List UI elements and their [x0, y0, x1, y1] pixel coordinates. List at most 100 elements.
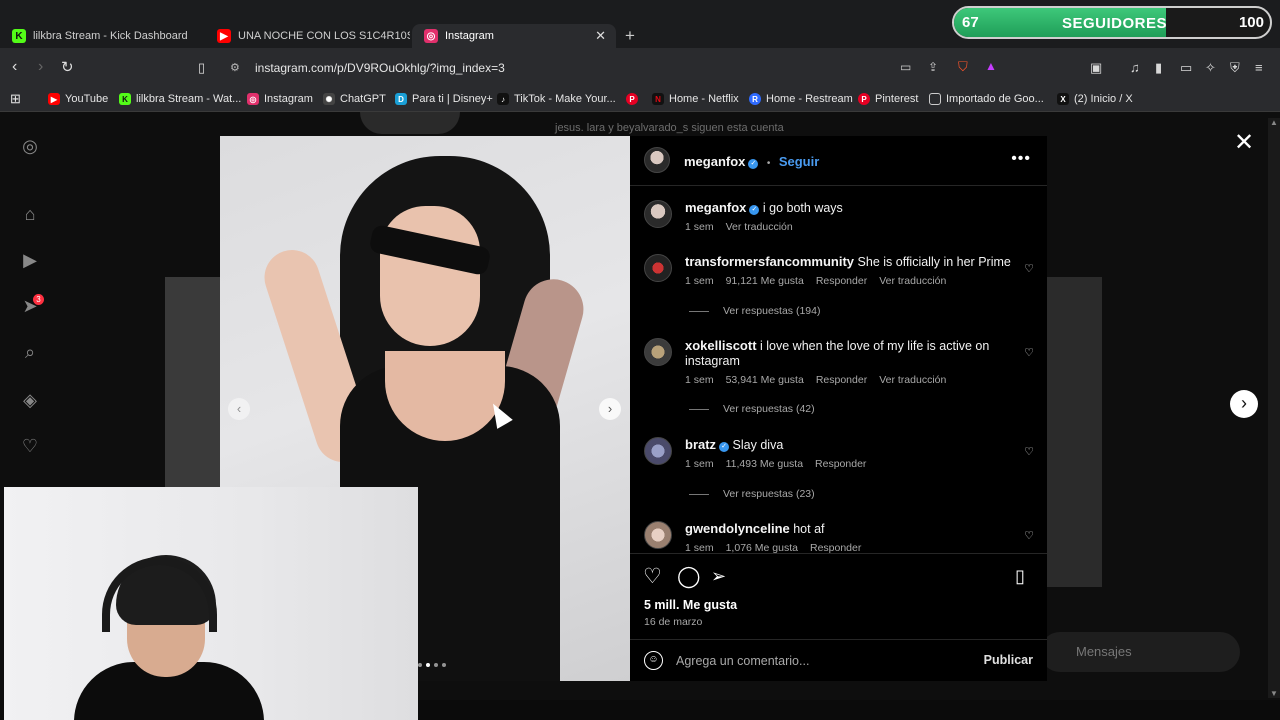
share-send-icon[interactable]: ➢ [711, 566, 726, 587]
bookmark-pinterest[interactable]: P Pinterest [858, 93, 918, 105]
media-icon[interactable]: ♫ [1130, 60, 1140, 75]
like-comment-icon[interactable]: ♡ [1024, 529, 1034, 542]
comment-username[interactable]: transformersfancommunity [685, 254, 854, 269]
comment-likes[interactable]: 91,121 Me gusta [726, 275, 804, 287]
like-comment-icon[interactable]: ♡ [1024, 262, 1034, 275]
avatar[interactable] [644, 254, 672, 282]
scroll-down-icon[interactable]: ▼ [1270, 689, 1278, 698]
reels-icon[interactable]: ▶ [20, 250, 40, 270]
sidebar-panel-icon[interactable]: ▣ [1090, 60, 1102, 76]
reply-link[interactable]: Responder [815, 458, 866, 470]
emoji-icon[interactable]: ☺ [644, 651, 663, 670]
bookmark-tiktok[interactable]: ♪ TikTok - Make Your... [497, 93, 616, 105]
carousel-next-icon[interactable]: › [599, 398, 621, 420]
reply-link[interactable]: Responder [816, 275, 867, 287]
bookmark-x[interactable]: X (2) Inicio / X [1057, 93, 1133, 105]
bookmark-netflix[interactable]: N Home - Netflix [652, 93, 739, 105]
bookmark-youtube[interactable]: ▶ YouTube [48, 93, 108, 105]
tab-kick-dashboard[interactable]: K lilkbra Stream - Kick Dashboard [0, 24, 205, 48]
address-bar[interactable]: ⚙ instagram.com/p/DV9ROuOkhlg/?img_index… [220, 55, 1010, 81]
new-tab-icon[interactable]: + [625, 26, 635, 46]
scroll-up-icon[interactable]: ▲ [1270, 118, 1278, 127]
bookmark-label: TikTok - Make Your... [514, 93, 616, 105]
restream-icon: R [749, 93, 761, 105]
like-heart-icon[interactable]: ♡ [643, 564, 662, 589]
bookmark-folder-imported[interactable]: Importado de Goo... [929, 93, 1044, 105]
wallet-icon[interactable]: ▭ [1180, 60, 1192, 76]
bookmark-pinterest-icon-only[interactable]: P [626, 93, 643, 105]
forward-icon[interactable]: › [38, 58, 43, 76]
comment-likes[interactable]: 53,941 Me gusta [726, 374, 804, 386]
close-modal-icon[interactable]: ✕ [1234, 128, 1254, 157]
comment-bubble-icon[interactable]: ◯ [677, 564, 701, 589]
carousel-prev-icon[interactable]: ‹ [228, 398, 250, 420]
bookmark-chatgpt[interactable]: ✺ ChatGPT [323, 93, 386, 105]
likes-count[interactable]: 5 mill. Me gusta [644, 598, 737, 612]
site-settings-icon[interactable]: ⚙ [230, 61, 240, 74]
search-icon[interactable]: ⌕ [20, 342, 40, 362]
tab-instagram[interactable]: ◎ Instagram ✕ [412, 24, 616, 48]
comment-likes[interactable]: 11,493 Me gusta [726, 458, 803, 470]
vpn-icon[interactable]: ⛨ [1230, 60, 1240, 76]
kick-icon: K [119, 93, 131, 105]
view-replies[interactable]: Ver respuestas (23) [689, 488, 815, 500]
home-icon[interactable]: ⌂ [20, 204, 40, 224]
reload-icon[interactable]: ↻ [61, 58, 74, 76]
bookmark-page-icon[interactable]: ▯ [198, 60, 205, 76]
carousel-dots [418, 663, 446, 667]
avatar[interactable] [644, 338, 672, 366]
menu-icon[interactable]: ≡ [1255, 60, 1263, 75]
comment-username[interactable]: gwendolynceline [685, 521, 790, 536]
avatar[interactable] [644, 147, 670, 173]
reply-link[interactable]: Responder [810, 542, 861, 553]
publish-button[interactable]: Publicar [984, 653, 1033, 667]
bookmark-instagram[interactable]: ◎ Instagram [247, 93, 313, 105]
avatar[interactable] [644, 521, 672, 549]
comment-username[interactable]: xokelliscott [685, 338, 757, 353]
cast-icon[interactable]: ▭ [900, 60, 911, 74]
reply-link[interactable]: Responder [816, 374, 867, 386]
bookmark-disney[interactable]: D Para ti | Disney+ [395, 93, 493, 105]
avatar[interactable] [644, 200, 672, 228]
explore-icon[interactable]: ◈ [20, 390, 40, 410]
sidebar-toggle-icon[interactable]: ▮ [1155, 60, 1162, 76]
comments-list[interactable]: meganfox ✓ i go both ways 1 sem Ver traduc… [630, 187, 1047, 553]
like-comment-icon[interactable]: ♡ [1024, 346, 1034, 359]
translate-link[interactable]: Ver traducción [879, 374, 946, 386]
comment-username[interactable]: bratz [685, 437, 716, 452]
close-tab-icon[interactable]: ✕ [595, 28, 606, 44]
comment-likes[interactable]: 1,076 Me gusta [726, 542, 798, 553]
more-options-icon[interactable]: ••• [1011, 150, 1031, 168]
instagram-logo-icon[interactable]: ◎ [20, 136, 40, 156]
brave-rewards-icon[interactable]: ▲ [985, 59, 997, 73]
back-icon[interactable]: ‹ [12, 58, 17, 76]
comment-body: hot af [793, 522, 825, 536]
view-replies[interactable]: Ver respuestas (42) [689, 403, 815, 415]
follow-button[interactable]: Seguir [779, 154, 819, 169]
translate-link[interactable]: Ver traducción [879, 275, 946, 287]
translate-link[interactable]: Ver traducción [726, 221, 793, 233]
carousel-dot [426, 663, 430, 667]
comment-item: bratz ✓ Slay diva 1 sem 11,493 Me gusta Res… [644, 437, 1034, 507]
bookmark-restream[interactable]: R Home - Restream [749, 93, 853, 105]
share-icon[interactable]: ⇪ [928, 60, 938, 74]
brave-shields-icon[interactable]: ⛉ [958, 59, 968, 75]
comment-input[interactable] [676, 651, 966, 671]
view-replies[interactable]: Ver respuestas (194) [689, 305, 820, 317]
post-author-name[interactable]: meganfox [684, 154, 745, 169]
bookmark-label: Para ti | Disney+ [412, 93, 493, 105]
caption-username[interactable]: meganfox [685, 200, 746, 215]
leo-ai-icon[interactable]: ✧ [1205, 60, 1216, 76]
messages-button[interactable]: Mensajes [1040, 632, 1240, 672]
page-scrollbar[interactable]: ▲ ▼ [1268, 118, 1280, 698]
bookmark-kick-stream[interactable]: Klilkbra Stream - Wat... [119, 93, 241, 105]
follower-goal-target: 100 [1238, 14, 1264, 31]
apps-grid-icon[interactable]: ⊞ [10, 91, 21, 107]
next-post-icon[interactable]: › [1230, 390, 1258, 418]
save-bookmark-icon[interactable]: ▯ [1015, 566, 1025, 587]
like-comment-icon[interactable]: ♡ [1024, 445, 1034, 458]
tab-youtube-video[interactable]: ▶ UNA NOCHE CON LOS S1C4R10S DE [205, 24, 410, 48]
avatar[interactable] [644, 437, 672, 465]
caption-body: i go both ways [762, 201, 843, 215]
notifications-heart-icon[interactable]: ♡ [20, 436, 40, 456]
